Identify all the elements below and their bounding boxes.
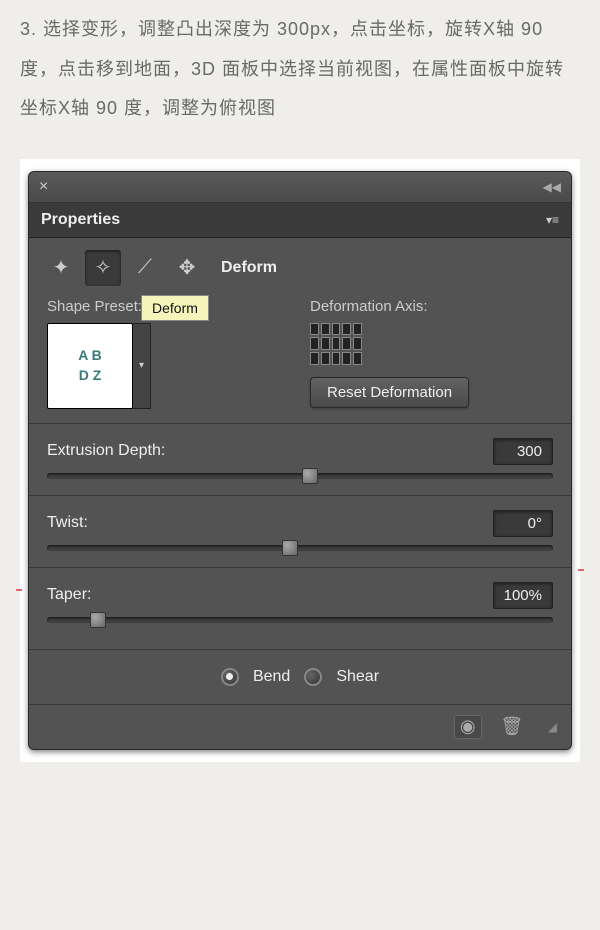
panel-top-bar: × ◀◀ <box>29 172 571 203</box>
deformation-axis-label: Deformation Axis: <box>310 298 553 315</box>
taper-slider[interactable] <box>47 617 553 623</box>
deform-tooltip: Deform <box>141 295 209 321</box>
taper-slider-thumb[interactable] <box>90 612 106 628</box>
panel-screenshot: × ◀◀ Properties ▾≡ ✦ ✧ ⟋ ✥ Deform Deform… <box>20 159 580 762</box>
shear-radio[interactable] <box>304 668 322 686</box>
shape-preset-thumbnail[interactable]: A B D Z <box>47 323 133 409</box>
deformation-axis-grid[interactable] <box>310 323 362 365</box>
extrusion-value[interactable]: 300 <box>493 438 553 465</box>
collapse-icon[interactable]: ◀◀ <box>543 180 561 194</box>
resize-corner-icon[interactable]: ◢ <box>548 720 557 734</box>
taper-label: Taper: <box>47 586 91 604</box>
taper-section: Taper: 100% <box>29 568 571 649</box>
extrusion-section: Extrusion Depth: 300 <box>29 424 571 496</box>
tab-label: Deform <box>221 259 277 277</box>
extrusion-slider-thumb[interactable] <box>302 468 318 484</box>
tab-row: ✦ ✧ ⟋ ✥ Deform <box>29 238 571 294</box>
extrusion-slider[interactable] <box>47 473 553 479</box>
shape-preset-dropdown[interactable]: ▾ <box>133 323 151 409</box>
preset-axis-section: Shape Preset: A B D Z ▾ Deformation Axis… <box>29 294 571 424</box>
trash-icon[interactable]: 🗑 <box>498 715 526 739</box>
tab-cap-icon[interactable]: ⟋ <box>127 250 163 286</box>
bend-radio[interactable] <box>221 668 239 686</box>
panel-title-bar: Properties ▾≡ <box>29 203 571 238</box>
taper-value[interactable]: 100% <box>493 582 553 609</box>
panel-footer: ◉ 🗑 ◢ <box>29 704 571 749</box>
reset-deformation-button[interactable]: Reset Deformation <box>310 377 469 408</box>
bend-shear-row: Bend Shear <box>29 649 571 704</box>
bend-label: Bend <box>253 668 290 686</box>
tab-mesh-icon[interactable]: ✦ <box>43 250 79 286</box>
instruction-text: 3. 选择变形，调整凸出深度为 300px，点击坐标，旋转X轴 90 度，点击移… <box>20 10 580 129</box>
twist-section: Twist: 0° <box>29 496 571 568</box>
twist-value[interactable]: 0° <box>493 510 553 537</box>
panel-menu-icon[interactable]: ▾≡ <box>546 213 559 227</box>
shear-label: Shear <box>336 668 379 686</box>
tab-deform-icon[interactable]: ✧ <box>85 250 121 286</box>
extrusion-label: Extrusion Depth: <box>47 442 165 460</box>
twist-label: Twist: <box>47 514 88 532</box>
panel-title: Properties <box>41 211 120 229</box>
properties-panel: × ◀◀ Properties ▾≡ ✦ ✧ ⟋ ✥ Deform Deform… <box>28 171 572 750</box>
twist-slider-thumb[interactable] <box>282 540 298 556</box>
close-icon[interactable]: × <box>39 178 48 196</box>
tab-coordinates-icon[interactable]: ✥ <box>169 250 205 286</box>
render-icon[interactable]: ◉ <box>454 715 482 739</box>
twist-slider[interactable] <box>47 545 553 551</box>
